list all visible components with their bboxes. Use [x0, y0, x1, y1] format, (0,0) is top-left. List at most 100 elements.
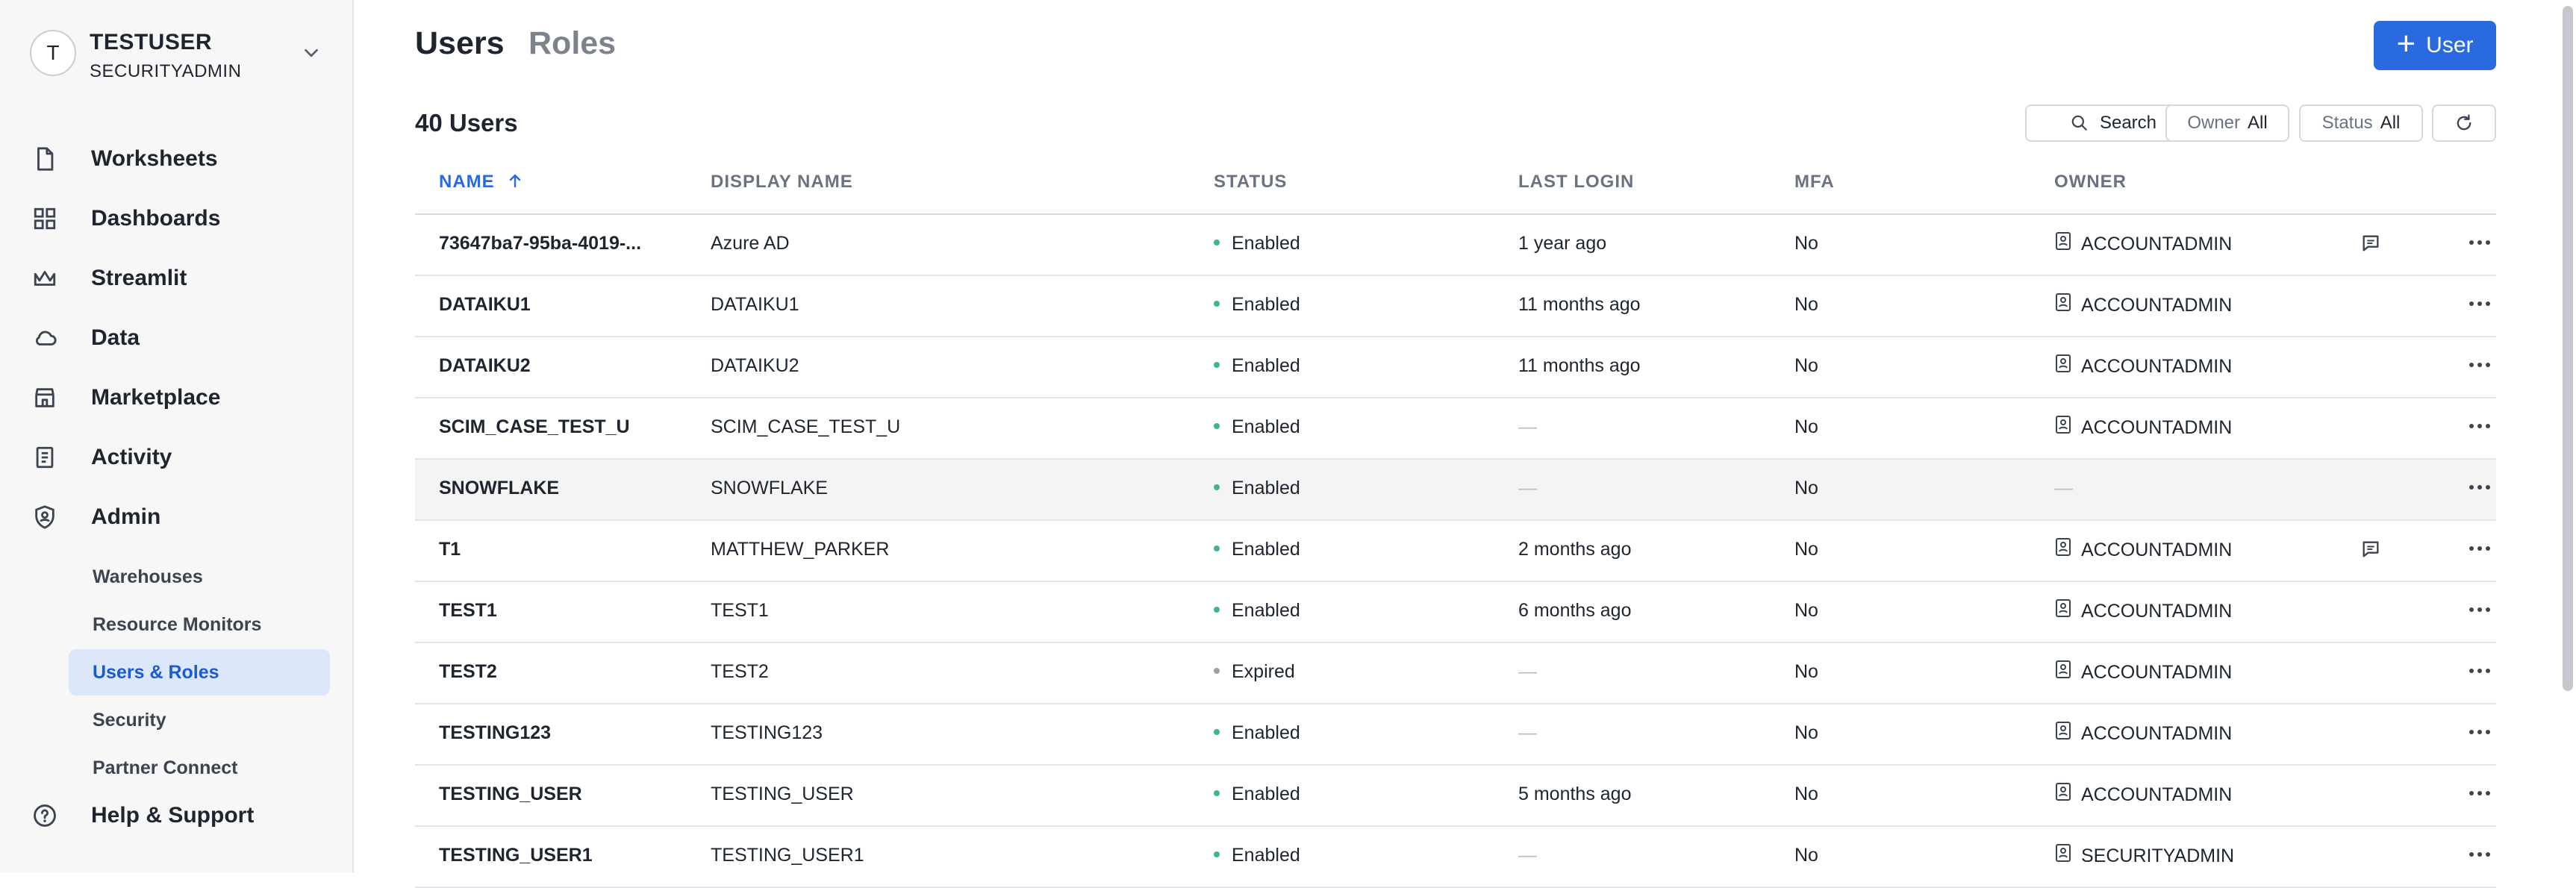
status-dot	[1214, 790, 1220, 797]
chevron-down-icon[interactable]	[300, 42, 322, 64]
sub-item-resource-monitors[interactable]: Resource Monitors	[69, 601, 330, 648]
scrollbar[interactable]	[2560, 0, 2576, 872]
table-row[interactable]: DATAIKU1 DATAIKU1 Enabled 11 months ago No AC…	[415, 276, 2496, 337]
more-actions-icon[interactable]	[2468, 298, 2492, 312]
column-header-last-login[interactable]: LAST LOGIN	[1518, 172, 1634, 193]
comment-icon[interactable]	[2360, 539, 2381, 563]
cell-status: Enabled	[1214, 355, 1300, 377]
table-row[interactable]: TEST2 TEST2 Expired — No ACCOUNTADMIN	[415, 643, 2496, 704]
tab-users[interactable]: Users	[415, 25, 505, 62]
tab-roles[interactable]: Roles	[528, 25, 616, 62]
user-switcher[interactable]: T TESTUSER SECURITYADMIN	[30, 27, 322, 87]
cell-mfa: No	[1794, 355, 1818, 376]
owner-filter-label: Owner	[2187, 113, 2240, 133]
cell-mfa: No	[1794, 600, 1818, 621]
more-actions-icon[interactable]	[2468, 604, 2492, 618]
table-row[interactable]: SCIM_CASE_TEST_U SCIM_CASE_TEST_U Enabled —…	[415, 398, 2496, 460]
nav-item-streamlit[interactable]: Streamlit	[30, 254, 328, 302]
owner-filter[interactable]: Owner All	[2165, 104, 2289, 142]
column-header-mfa[interactable]: MFA	[1794, 172, 1835, 193]
sub-item-security[interactable]: Security	[69, 697, 330, 743]
more-actions-icon[interactable]	[2468, 727, 2492, 740]
cell-mfa: No	[1794, 784, 1818, 804]
column-header-label: NAME	[439, 172, 495, 192]
cell-name[interactable]: TEST1	[439, 600, 497, 622]
table-row[interactable]: TESTING123 TESTING123 Enabled — No ACCOUNTADM…	[415, 704, 2496, 766]
status-filter-label: Status	[2321, 113, 2373, 133]
cell-name[interactable]: SCIM_CASE_TEST_U	[439, 416, 630, 438]
more-actions-icon[interactable]	[2468, 543, 2492, 557]
nav-item-dashboards[interactable]: Dashboards	[30, 195, 328, 243]
cell-last-login: —	[1518, 661, 1537, 682]
more-actions-icon[interactable]	[2468, 788, 2492, 801]
cell-name[interactable]: DATAIKU2	[439, 355, 531, 377]
table-row[interactable]: TEST1 TEST1 Enabled 6 months ago No ACCOUNTAD…	[415, 582, 2496, 643]
status-text: Enabled	[1232, 600, 1300, 621]
column-header-owner[interactable]: OWNER	[2054, 172, 2127, 193]
more-actions-icon[interactable]	[2468, 237, 2492, 251]
nav-item-worksheets[interactable]: Worksheets	[30, 135, 328, 183]
table-row[interactable]: DATAIKU2 DATAIKU2 Enabled 11 months ago No AC…	[415, 337, 2496, 398]
column-header-status[interactable]: STATUS	[1214, 172, 1287, 193]
nav-label: Dashboards	[91, 206, 221, 231]
owner-text: —	[2054, 478, 2073, 498]
status-filter-value: All	[2380, 113, 2401, 133]
cell-name[interactable]: DATAIKU1	[439, 294, 531, 316]
cell-name[interactable]: TESTING_USER	[439, 784, 582, 805]
role-icon	[2054, 293, 2072, 317]
refresh-button[interactable]	[2432, 104, 2496, 142]
cell-display-name: TEST2	[711, 661, 769, 682]
table-row[interactable]: 73647ba7-95ba-4019-... Azure AD Enabled 1 y…	[415, 215, 2496, 276]
nav-item-marketplace[interactable]: Marketplace	[30, 374, 328, 422]
more-actions-icon[interactable]	[2468, 666, 2492, 679]
sub-item-partner-connect[interactable]: Partner Connect	[69, 745, 330, 791]
status-text: Enabled	[1232, 355, 1300, 376]
cell-owner: ACCOUNTADMIN	[2054, 354, 2232, 380]
owner-text: ACCOUNTADMIN	[2081, 540, 2233, 561]
scrollbar-thumb[interactable]	[2563, 6, 2573, 691]
cell-mfa: No	[1794, 539, 1818, 560]
cell-name[interactable]: 73647ba7-95ba-4019-...	[439, 233, 641, 254]
avatar[interactable]: T	[30, 30, 76, 76]
column-header-display-name[interactable]: DISPLAY NAME	[711, 172, 853, 193]
table-body: 73647ba7-95ba-4019-... Azure AD Enabled 1 y…	[415, 215, 2496, 888]
cell-name[interactable]: TESTING123	[439, 722, 551, 744]
nav-item-admin[interactable]: Admin	[30, 493, 328, 541]
table-row[interactable]: SNOWFLAKE SNOWFLAKE Enabled — No —	[415, 460, 2496, 521]
cell-name[interactable]: T1	[439, 539, 461, 560]
cell-display-name: TEST1	[711, 600, 769, 621]
role-icon	[2054, 660, 2072, 684]
cell-name[interactable]: TESTING_USER1	[439, 845, 593, 866]
sub-item-warehouses[interactable]: Warehouses	[69, 554, 330, 600]
role-icon	[2054, 354, 2072, 378]
cell-status: Enabled	[1214, 600, 1300, 622]
status-text: Enabled	[1232, 478, 1300, 498]
cell-name[interactable]: SNOWFLAKE	[439, 478, 559, 499]
nav-item-help-support[interactable]: Help & Support	[30, 792, 328, 839]
nav-item-activity[interactable]: Activity	[30, 434, 328, 481]
more-actions-icon[interactable]	[2468, 421, 2492, 434]
more-actions-icon[interactable]	[2468, 360, 2492, 373]
status-text: Enabled	[1232, 784, 1300, 804]
add-user-button[interactable]: + User	[2374, 21, 2496, 70]
comment-icon[interactable]	[2360, 233, 2381, 257]
cell-name[interactable]: TEST2	[439, 661, 497, 683]
sub-item-users-roles[interactable]: Users & Roles	[69, 649, 330, 695]
column-header-name[interactable]: NAME	[439, 172, 524, 193]
status-text: Enabled	[1232, 294, 1300, 315]
table-row[interactable]: TESTING_USER TESTING_USER Enabled 5 months …	[415, 766, 2496, 827]
main-content: Users Roles + User 40 Users Search Owner…	[354, 0, 2576, 888]
cell-status: Enabled	[1214, 784, 1300, 805]
cell-last-login: —	[1518, 478, 1537, 498]
cell-status: Enabled	[1214, 722, 1300, 744]
status-dot	[1214, 607, 1220, 613]
cell-status: Enabled	[1214, 478, 1300, 499]
more-actions-icon[interactable]	[2468, 849, 2492, 863]
status-filter[interactable]: Status All	[2299, 104, 2423, 142]
nav-item-data[interactable]: Data	[30, 314, 328, 362]
more-actions-icon[interactable]	[2468, 482, 2492, 495]
table-row[interactable]: T1 MATTHEW_PARKER Enabled 2 months ago No ACC…	[415, 521, 2496, 582]
table-row[interactable]: TESTING_USER1 TESTING_USER1 Enabled — No SECU…	[415, 827, 2496, 888]
status-text: Enabled	[1232, 539, 1300, 560]
shield-icon	[30, 502, 60, 532]
